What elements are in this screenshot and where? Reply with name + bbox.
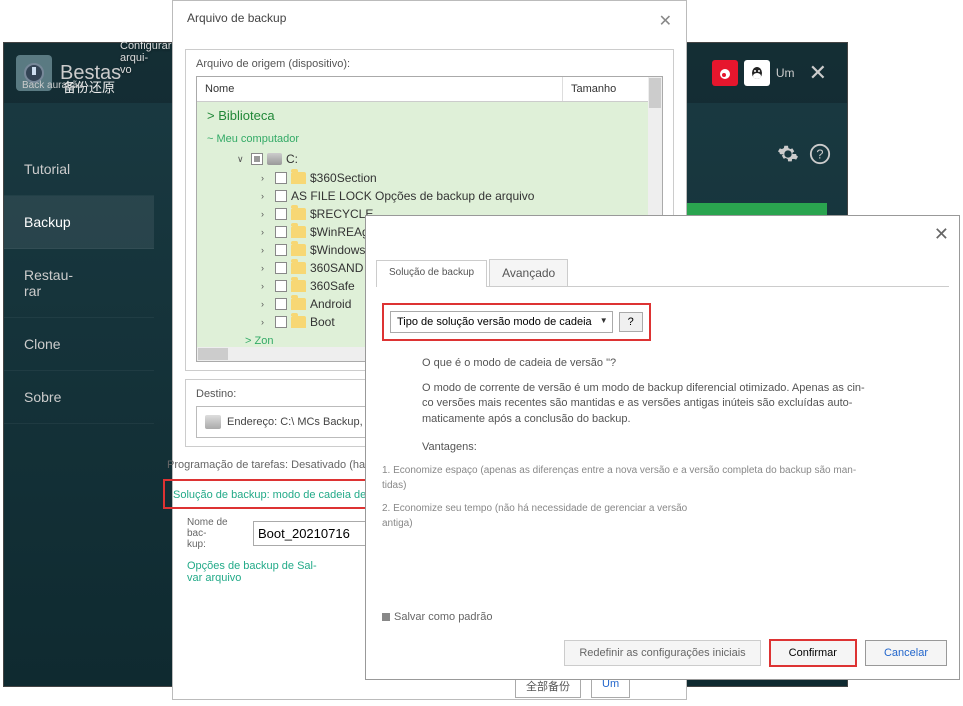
folder-label: $Windows xyxy=(310,243,365,257)
chevron-right-icon[interactable]: › xyxy=(261,245,271,255)
save-default-label: Salvar como padrão xyxy=(394,611,492,623)
sidebar-item-label: Clone xyxy=(24,336,61,352)
options-dialog: ✕ Solução de backup Avançado Tipo de sol… xyxy=(365,215,960,680)
sidebar-item-backup[interactable]: Backup xyxy=(4,196,154,249)
folder-label: Boot xyxy=(310,315,335,329)
drive-label: C: xyxy=(286,152,298,166)
description-text: O modo de corrente de versão é um modo d… xyxy=(422,381,872,427)
folder-label: AS FILE LOCK Opções de backup de arquivo xyxy=(291,189,534,203)
cancel-button[interactable]: Cancelar xyxy=(865,640,947,666)
checkbox[interactable] xyxy=(275,244,287,256)
sidebar-item-clone[interactable]: Clone xyxy=(4,318,154,371)
chevron-right-icon[interactable]: › xyxy=(261,173,271,183)
checkbox[interactable] xyxy=(275,298,287,310)
backup-name-label: Nome de bac- kup: xyxy=(187,517,247,550)
gear-icon[interactable] xyxy=(777,143,799,165)
advantages-heading: Vantagens: xyxy=(422,441,872,453)
checkbox[interactable] xyxy=(275,226,287,238)
dialog-title: Arquivo de backup xyxy=(187,11,286,31)
folder-label: 360Safe xyxy=(310,279,355,293)
folder-icon xyxy=(291,262,306,274)
chevron-right-icon[interactable]: › xyxy=(261,209,271,219)
folder-label: 360SAND xyxy=(310,261,363,275)
folder-icon xyxy=(291,244,306,256)
folder-icon xyxy=(291,298,306,310)
reset-button[interactable]: Redefinir as configurações iniciais xyxy=(564,640,760,666)
checkbox-icon xyxy=(382,613,390,621)
solution-type-select[interactable]: Tipo de solução versão modo de cadeia xyxy=(390,311,613,333)
help-icon[interactable]: ? xyxy=(809,143,831,165)
save-default-checkbox[interactable]: Salvar como padrão xyxy=(382,611,492,623)
close-icon[interactable]: ✕ xyxy=(659,11,672,31)
checkbox[interactable] xyxy=(275,262,287,274)
sidebar-item-label: Restau- rar xyxy=(24,267,73,299)
scrollbar-thumb[interactable] xyxy=(198,348,228,360)
tabs: Solução de backup Avançado xyxy=(376,259,949,287)
tab-label: Solução de backup xyxy=(389,267,474,278)
scrollbar-thumb[interactable] xyxy=(649,78,661,108)
app-close-icon[interactable]: ✕ xyxy=(801,60,835,86)
drive-icon xyxy=(267,153,282,165)
tab-label: Avançado xyxy=(502,266,555,280)
tree-folder[interactable]: › $360Section xyxy=(197,169,662,187)
tree-library[interactable]: > Biblioteca xyxy=(197,102,662,129)
solution-row-highlight: Tipo de solução versão modo de cadeia ? xyxy=(382,303,651,341)
checkbox[interactable] xyxy=(275,208,287,220)
sidebar-item-label: Sobre xyxy=(24,389,61,405)
help-button[interactable]: ? xyxy=(619,312,643,332)
sidebar-item-label: Tutorial xyxy=(24,161,70,177)
checkbox[interactable] xyxy=(275,172,287,184)
chevron-right-icon[interactable]: › xyxy=(261,281,271,291)
qq-icon[interactable] xyxy=(744,60,770,86)
tree-header: Nome Tamanho xyxy=(197,77,662,102)
tree-folder[interactable]: › AS FILE LOCK Opções de backup de arquiv… xyxy=(197,187,662,205)
checkbox[interactable] xyxy=(275,280,287,292)
drive-icon xyxy=(205,415,221,429)
description-question: O que é o modo de cadeia de versão "? xyxy=(422,357,872,369)
confirm-button[interactable]: Confirmar xyxy=(769,639,857,667)
checkbox[interactable] xyxy=(275,316,287,328)
app-subtitle-extra: Back auração xyxy=(22,80,83,91)
sidebar: Tutorial Backup Restau- rar Clone Sobre xyxy=(4,143,154,424)
chevron-right-icon[interactable]: › xyxy=(261,227,271,237)
destination-value: Endereço: C:\ MCs Backup, xyxy=(227,416,363,428)
folder-icon xyxy=(291,226,306,238)
folder-icon xyxy=(291,208,306,220)
col-size[interactable]: Tamanho xyxy=(562,77,662,101)
checkbox-mixed[interactable] xyxy=(251,153,263,165)
chevron-right-icon[interactable]: › xyxy=(261,263,271,273)
folder-label: $RECYCLE xyxy=(310,207,373,221)
advantage-2: 2. Economize seu tempo (não há necessida… xyxy=(382,501,943,531)
chevron-down-icon[interactable]: ∨ xyxy=(237,154,247,165)
select-value: Tipo de solução versão modo de cadeia xyxy=(397,316,592,328)
sidebar-item-about[interactable]: Sobre xyxy=(4,371,154,424)
tab-backup-solution[interactable]: Solução de backup xyxy=(376,260,487,287)
chevron-right-icon[interactable]: › xyxy=(261,317,271,327)
tree-mycomputer[interactable]: ~ Meu computador xyxy=(197,129,662,149)
sidebar-item-label: Backup xyxy=(24,214,71,230)
sidebar-item-tutorial[interactable]: Tutorial xyxy=(4,143,154,196)
folder-icon xyxy=(291,280,306,292)
folder-label: $WinREAg xyxy=(310,225,369,239)
checkbox[interactable] xyxy=(275,190,287,202)
advantage-1: 1. Economize espaço (apenas as diferença… xyxy=(382,463,943,493)
folder-icon xyxy=(291,316,306,328)
tab-advanced[interactable]: Avançado xyxy=(489,259,568,286)
tray-label: Um xyxy=(776,66,795,80)
folder-label: Android xyxy=(310,297,351,311)
weibo-icon[interactable] xyxy=(712,60,738,86)
svg-text:?: ? xyxy=(816,147,823,162)
sidebar-item-restore[interactable]: Restau- rar xyxy=(4,249,154,318)
folder-icon xyxy=(291,172,306,184)
tree-drive-c[interactable]: ∨ C: xyxy=(197,149,662,169)
col-name[interactable]: Nome xyxy=(197,77,562,101)
folder-label: $360Section xyxy=(310,171,377,185)
close-icon[interactable]: ✕ xyxy=(934,224,949,245)
chevron-right-icon[interactable]: › xyxy=(261,191,271,201)
source-label: Arquivo de origem (dispositivo): xyxy=(196,58,663,70)
chevron-right-icon[interactable]: › xyxy=(261,299,271,309)
